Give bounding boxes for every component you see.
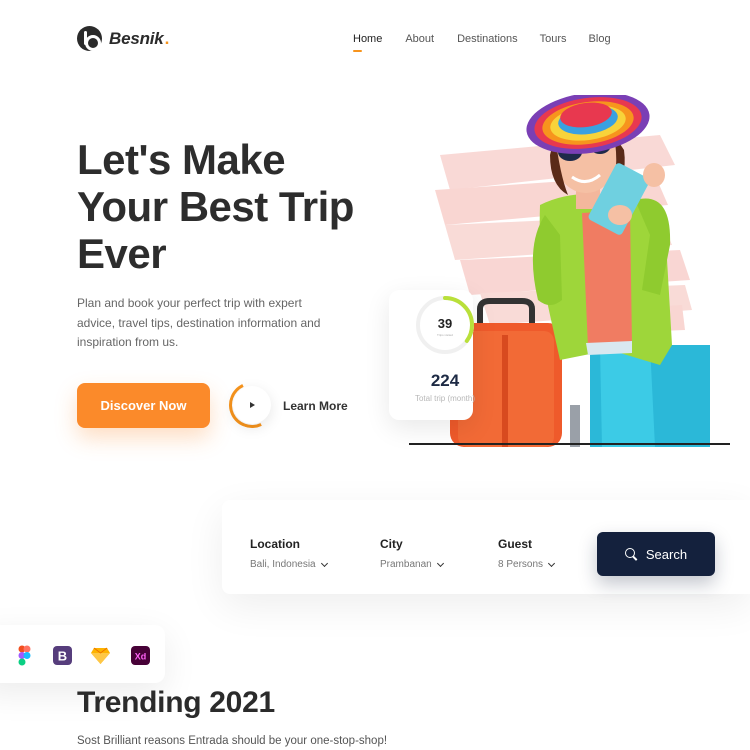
adobe-xd-icon: Xd <box>131 646 150 665</box>
trips-visited-value: 39 <box>437 316 453 331</box>
guest-value: 8 Persons <box>498 559 544 570</box>
hero-title-line: Let's Make <box>77 136 286 183</box>
location-select[interactable]: Bali, Indonesia <box>250 559 328 570</box>
city-field[interactable]: City Prambanan <box>380 537 444 570</box>
nav-home[interactable]: Home <box>353 33 382 52</box>
play-video-button[interactable] <box>222 375 282 435</box>
learn-more-link[interactable]: Learn More <box>283 399 348 413</box>
guest-field[interactable]: Guest 8 Persons <box>498 537 556 570</box>
brand-logo[interactable]: Besnik . <box>77 26 169 51</box>
brand-name: Besnik <box>109 28 164 48</box>
search-button-label: Search <box>645 546 688 562</box>
nav-blog[interactable]: Blog <box>589 33 611 45</box>
total-trip-value: 224 <box>430 371 460 390</box>
nav-destinations[interactable]: Destinations <box>457 33 518 45</box>
figma-icon <box>18 645 31 666</box>
nav-about[interactable]: About <box>405 33 434 45</box>
location-field[interactable]: Location Bali, Indonesia <box>250 537 328 570</box>
hero-title: Let's Make Your Best Trip Ever <box>77 136 397 277</box>
total-trip-label: Total trip (month) <box>414 394 476 403</box>
chevron-down-icon <box>436 559 444 567</box>
city-select[interactable]: Prambanan <box>380 559 444 570</box>
svg-text:B: B <box>58 649 67 664</box>
search-button[interactable]: Search <box>597 532 715 576</box>
location-value: Bali, Indonesia <box>250 559 316 570</box>
discover-now-button[interactable]: Discover Now <box>77 383 210 428</box>
guest-label: Guest <box>498 537 533 551</box>
play-icon <box>250 402 255 408</box>
sketch-icon <box>91 647 110 664</box>
city-label: City <box>380 537 403 551</box>
city-value: Prambanan <box>380 559 432 570</box>
svg-text:Xd: Xd <box>135 652 147 662</box>
trending-title: Trending 2021 <box>77 686 275 719</box>
hero-title-line: Your Best Trip <box>77 183 354 230</box>
guest-select[interactable]: 8 Persons <box>498 559 556 570</box>
hero-baseline <box>409 443 730 445</box>
hero-title-line: Ever <box>77 230 167 277</box>
brand-dot: . <box>164 28 170 48</box>
logo-icon <box>77 26 102 51</box>
hero-description: Plan and book your perfect trip with exp… <box>77 296 321 349</box>
main-nav: Home About Destinations Tours Blog <box>353 33 611 52</box>
nav-tours[interactable]: Tours <box>540 33 567 45</box>
location-label: Location <box>250 537 300 551</box>
bootstrap-icon: B <box>53 646 72 665</box>
chevron-down-icon <box>547 559 556 567</box>
trips-visited-label: Trips visited <box>437 333 453 337</box>
trending-subtitle: Sost Brilliant reasons Entrada should be… <box>77 735 388 747</box>
search-icon <box>624 548 637 560</box>
chevron-down-icon <box>320 559 328 567</box>
